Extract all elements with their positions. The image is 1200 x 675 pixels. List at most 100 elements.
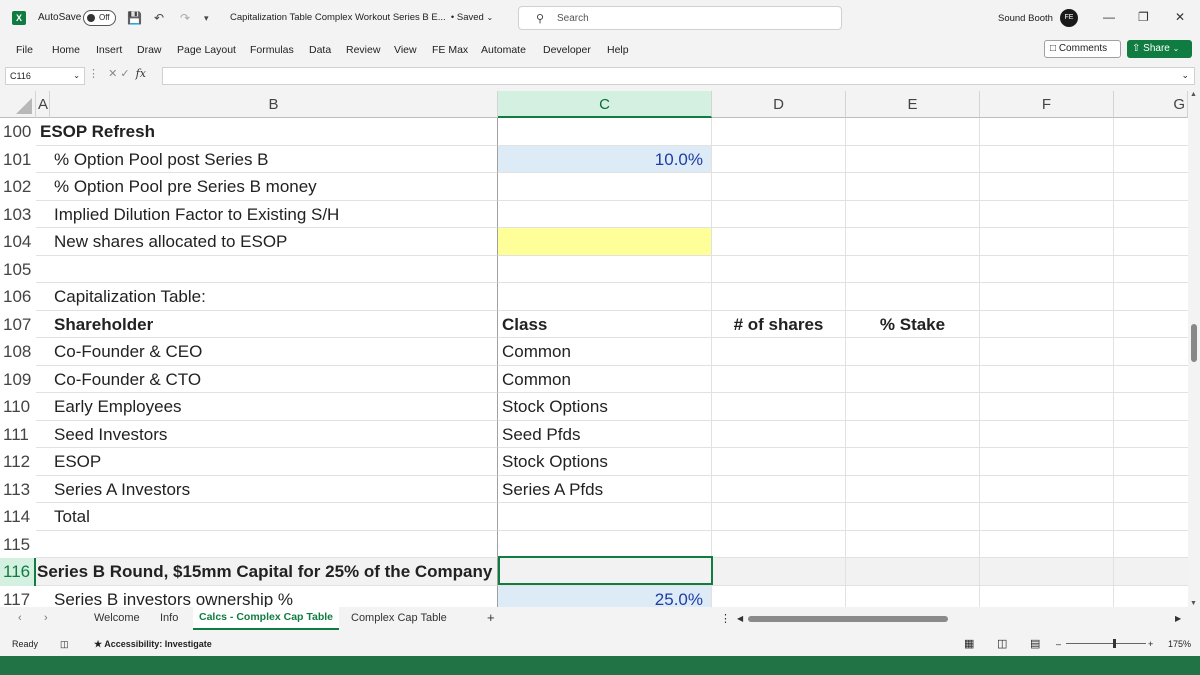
accessibility-status[interactable]: ★ Accessibility: Investigate [94, 639, 212, 650]
name-box[interactable]: C116 ⌄ [5, 67, 85, 85]
horizontal-scrollbar[interactable] [740, 615, 1160, 623]
cell-e103[interactable] [846, 200, 980, 228]
minimize-icon[interactable]: — [1103, 10, 1115, 24]
cell-e117[interactable] [846, 585, 980, 607]
tab-data[interactable]: Data [309, 44, 331, 56]
cell-f111[interactable] [980, 420, 1114, 448]
cell-g103[interactable] [1114, 201, 1188, 228]
cell-b110[interactable]: Early Employees [36, 393, 498, 421]
row-number[interactable]: 110 [0, 393, 36, 421]
cell-d107[interactable]: # of shares [712, 310, 846, 338]
cell-e116[interactable] [846, 558, 980, 586]
column-header-a[interactable]: A [36, 91, 50, 118]
close-icon[interactable]: ✕ [1175, 10, 1185, 24]
row-number[interactable]: 111 [0, 420, 36, 448]
row-number[interactable]: 115 [0, 530, 36, 558]
cell-b100[interactable]: ESOP Refresh [36, 118, 498, 146]
tab-help[interactable]: Help [607, 44, 629, 56]
cell-b117[interactable]: Series B investors ownership % [36, 585, 498, 607]
cell-g113[interactable] [1114, 476, 1188, 503]
row-number[interactable]: 116 [0, 558, 36, 586]
cell-d113[interactable] [712, 475, 846, 503]
cell-c102[interactable] [498, 173, 712, 201]
cell-e108[interactable] [846, 338, 980, 366]
search-box[interactable]: ⚲ Search [518, 6, 842, 30]
cell-c107[interactable]: Class [498, 310, 712, 338]
redo-icon[interactable]: ↷ [180, 11, 190, 25]
cell-g108[interactable] [1114, 338, 1188, 366]
cell-e112[interactable] [846, 448, 980, 476]
undo-icon[interactable]: ↶ [154, 11, 164, 25]
scroll-right-icon[interactable]: ▶ [1175, 614, 1181, 623]
row-number[interactable]: 103 [0, 200, 36, 228]
zoom-out-icon[interactable]: – [1056, 639, 1061, 649]
cell-f114[interactable] [980, 503, 1114, 531]
row-number[interactable]: 106 [0, 283, 36, 311]
cell-b112[interactable]: ESOP [36, 448, 498, 476]
comments-button[interactable]: □ Comments [1044, 40, 1121, 58]
row-number[interactable]: 112 [0, 448, 36, 476]
tab-fe-max[interactable]: FE Max [432, 44, 468, 56]
next-sheet-icon[interactable]: › [44, 612, 48, 624]
cell-c113[interactable]: Series A Pfds [498, 475, 712, 503]
row-number[interactable]: 108 [0, 338, 36, 366]
cell-e104[interactable] [846, 228, 980, 256]
cell-d109[interactable] [712, 365, 846, 393]
quick-access-dropdown-icon[interactable]: ▾ [204, 13, 209, 24]
cell-f107[interactable] [980, 310, 1114, 338]
expand-formula-icon[interactable]: ⌄ [1181, 70, 1189, 81]
zoom-level[interactable]: 175% [1168, 639, 1191, 649]
vertical-scrollbar[interactable]: ▲ ▼ [1188, 91, 1200, 607]
cell-g115[interactable] [1114, 531, 1188, 558]
cell-d114[interactable] [712, 503, 846, 531]
prev-sheet-icon[interactable]: ‹ [18, 612, 22, 624]
cell-e111[interactable] [846, 420, 980, 448]
cell-g100[interactable] [1114, 118, 1188, 146]
more-options-icon[interactable]: ⋮ [720, 612, 731, 625]
cell-g106[interactable] [1114, 283, 1188, 311]
cell-e101[interactable] [846, 145, 980, 173]
cell-b107[interactable]: Shareholder [36, 310, 498, 338]
cell-b101[interactable]: % Option Pool post Series B [36, 145, 498, 173]
cell-e102[interactable] [846, 173, 980, 201]
cell-d117[interactable] [712, 585, 846, 607]
column-header-g[interactable]: G [1114, 91, 1188, 118]
cell-b114[interactable]: Total [36, 503, 498, 531]
macro-record-icon[interactable]: ◫ [60, 639, 69, 650]
row-number[interactable]: 117 [0, 585, 36, 607]
cell-e114[interactable] [846, 503, 980, 531]
cell-c103[interactable] [498, 200, 712, 228]
tab-view[interactable]: View [394, 44, 417, 56]
row-number[interactable]: 114 [0, 503, 36, 531]
page-layout-view-icon[interactable]: ◫ [997, 637, 1007, 650]
cell-c116[interactable] [498, 558, 712, 586]
chevron-down-icon[interactable]: ⌄ [73, 68, 80, 84]
scroll-down-icon[interactable]: ▼ [1190, 600, 1197, 607]
cell-d110[interactable] [712, 393, 846, 421]
cell-f102[interactable] [980, 173, 1114, 201]
tab-insert[interactable]: Insert [96, 44, 122, 56]
cell-c104[interactable] [498, 228, 712, 256]
row-number[interactable]: 113 [0, 475, 36, 503]
cell-f104[interactable] [980, 228, 1114, 256]
cell-c110[interactable]: Stock Options [498, 393, 712, 421]
cell-e113[interactable] [846, 475, 980, 503]
cell-b111[interactable]: Seed Investors [36, 420, 498, 448]
select-all-corner[interactable] [0, 91, 36, 118]
cell-f115[interactable] [980, 530, 1114, 558]
cell-c111[interactable]: Seed Pfds [498, 420, 712, 448]
cell-g109[interactable] [1114, 366, 1188, 393]
cell-f103[interactable] [980, 200, 1114, 228]
cell-c112[interactable]: Stock Options [498, 448, 712, 476]
cell-c109[interactable]: Common [498, 365, 712, 393]
cell-c108[interactable]: Common [498, 338, 712, 366]
tab-formulas[interactable]: Formulas [250, 44, 294, 56]
restore-icon[interactable]: ❐ [1138, 10, 1149, 24]
save-icon[interactable]: 💾 [127, 11, 142, 25]
sheet-tab-complex-cap-table[interactable]: Complex Cap Table [351, 612, 447, 624]
document-title[interactable]: Capitalization Table Complex Workout Ser… [230, 12, 493, 23]
cell-b115[interactable] [36, 530, 498, 558]
cell-d102[interactable] [712, 173, 846, 201]
cell-d108[interactable] [712, 338, 846, 366]
cell-d112[interactable] [712, 448, 846, 476]
